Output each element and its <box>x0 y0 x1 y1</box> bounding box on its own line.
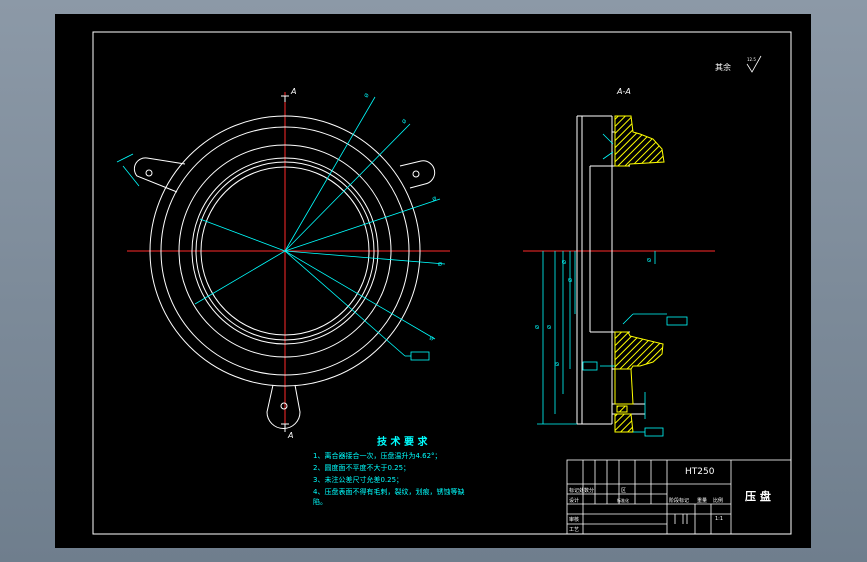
svg-text:Ø: Ø <box>534 325 541 329</box>
svg-text:Ø: Ø <box>567 278 574 282</box>
cad-viewport: Ø Ø Ø Ø Ø A A A-A Ø Ø Ø Ø Ø Ø 其余 12.5 技 … <box>0 0 867 562</box>
tb-row3-a: 审核 <box>569 516 579 523</box>
svg-text:Ø: Ø <box>554 362 561 366</box>
tb-row2-c: 阶段标记 <box>669 497 689 504</box>
roughness-value: 12.5 <box>747 57 756 62</box>
tech-item-1: 1、离合器接合一次，压盘温升为4.62°； <box>313 451 442 460</box>
tb-row2-b: 标准化 <box>617 497 629 503</box>
lug-right-hole <box>412 170 420 178</box>
tech-item-3: 3、未注公差尺寸允差0.25； <box>313 475 403 484</box>
tb-row2-e: 比例 <box>713 497 723 504</box>
tb-row2-d: 重量 <box>697 497 707 504</box>
svg-text:Ø: Ø <box>561 260 568 264</box>
svg-text:Ø: Ø <box>438 261 442 268</box>
scale-value: 1:1 <box>715 516 723 522</box>
svg-text:Ø: Ø <box>646 258 653 262</box>
foot-hatch <box>616 405 628 413</box>
section-label-top: A <box>290 87 296 96</box>
svg-text:Ø: Ø <box>363 92 371 99</box>
tech-title: 技 术 要 求 <box>377 435 428 448</box>
section-view: A-A Ø Ø Ø Ø Ø Ø 其余 12.5 <box>523 55 762 437</box>
foot-lower-hatch <box>614 413 634 433</box>
part-name: 压 盘 <box>745 489 771 503</box>
front-view: Ø Ø Ø Ø Ø A A <box>116 87 450 440</box>
material-label: HT250 <box>685 467 715 477</box>
technical-requirements: 技 术 要 求 1、离合器接合一次，压盘温升为4.62°； 2、圆度面不平度不大… <box>313 435 464 506</box>
lug-left-hole <box>145 169 153 177</box>
section-view-title: A-A <box>616 87 631 96</box>
tech-item-5: 陷。 <box>313 497 327 506</box>
svg-text:Ø: Ø <box>400 118 408 126</box>
tb-row1-b: 区 <box>621 488 626 494</box>
drawing-canvas: Ø Ø Ø Ø Ø A A A-A Ø Ø Ø Ø Ø Ø 其余 12.5 技 … <box>92 31 792 535</box>
lug-bottom-hole <box>280 402 288 410</box>
front-dimension-leaders <box>116 96 446 361</box>
surface-note: 其余 <box>715 62 731 72</box>
svg-text:Ø: Ø <box>431 195 437 203</box>
lug-right <box>399 160 436 189</box>
upper-hatched-section <box>614 115 665 167</box>
tech-item-2: 2、圆度面不平度不大于0.25； <box>313 463 410 472</box>
drawing-sheet: Ø Ø Ø Ø Ø A A A-A Ø Ø Ø Ø Ø Ø 其余 12.5 技 … <box>55 14 811 548</box>
section-label-bottom: A <box>287 431 293 440</box>
svg-text:Ø: Ø <box>546 325 553 329</box>
lug-left <box>133 157 186 193</box>
tech-item-4: 4、压盘表面不得有毛刺，裂纹，划痕，锈蚀等缺 <box>313 487 464 496</box>
section-foot <box>614 368 634 405</box>
tb-row4-a: 工艺 <box>569 527 579 533</box>
lower-hatched-section <box>614 331 664 370</box>
tb-row1-a: 标记处数分 <box>569 487 594 494</box>
title-block: HT250 压 盘 标记处数分 区 设计 标准化 阶段标记 重量 比例 审核 工… <box>566 459 792 535</box>
tb-row2-a: 设计 <box>569 497 579 504</box>
lug-bottom <box>266 384 301 429</box>
front-dimension-texts: Ø Ø Ø Ø Ø <box>363 92 442 343</box>
